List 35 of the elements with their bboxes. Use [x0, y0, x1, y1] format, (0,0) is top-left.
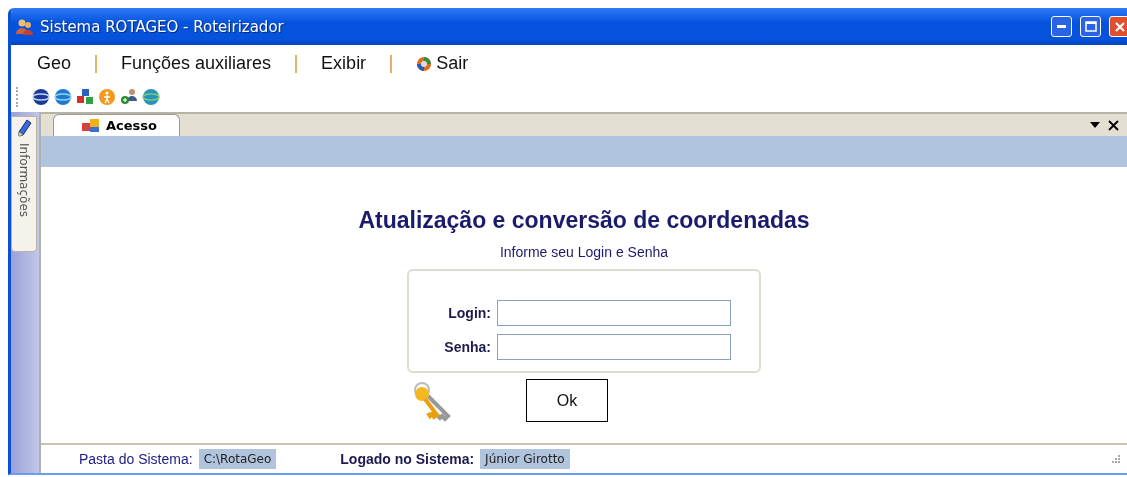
document-tab[interactable]: Acesso: [53, 114, 180, 136]
form-subtitle: Informe seu Login e Senha: [499, 244, 669, 260]
menu-item[interactable]: Sair: [412, 53, 473, 74]
maximize-icon: [1084, 21, 1097, 32]
status-label: Pasta do Sistema:: [79, 451, 193, 467]
status-label: Logado no Sistema:: [340, 451, 475, 467]
close-icon: [1113, 20, 1126, 33]
shapes-icon[interactable]: [76, 88, 94, 106]
close-button[interactable]: [1109, 16, 1127, 37]
menu-item[interactable]: Geo: [33, 53, 76, 74]
maximize-button[interactable]: [1080, 16, 1101, 37]
ok-button[interactable]: Ok: [526, 379, 608, 422]
window-title: Sistema ROTAGEO - Roteirizador: [40, 17, 285, 36]
side-tab[interactable]: Informações: [11, 116, 37, 252]
field-label: Senha:: [443, 339, 491, 355]
minimize-button[interactable]: [1051, 16, 1072, 37]
pen-icon: [16, 119, 32, 137]
status-value: C:\RotaGeo: [198, 449, 277, 469]
field-label: Login:: [447, 305, 491, 321]
exit-icon: [416, 55, 433, 72]
close-icon[interactable]: [1108, 119, 1119, 131]
globe-icon[interactable]: [32, 88, 50, 106]
form-heading: Atualização e conversão de coordenadas: [358, 207, 810, 234]
window-icon: [82, 118, 100, 133]
menu-item[interactable]: Funções auxiliares: [117, 53, 276, 74]
globe-icon[interactable]: [54, 88, 72, 106]
resize-grip-icon[interactable]: [1111, 454, 1121, 464]
user-add-icon[interactable]: [120, 88, 138, 106]
users-icon: [16, 17, 34, 36]
status-value: Júnior Girotto: [480, 449, 570, 469]
minimize-icon: [1057, 25, 1066, 28]
menu-item[interactable]: Exibir: [317, 53, 371, 74]
input-field[interactable]: [497, 334, 731, 360]
dropdown-icon[interactable]: [1090, 122, 1100, 128]
input-field[interactable]: [497, 300, 731, 326]
